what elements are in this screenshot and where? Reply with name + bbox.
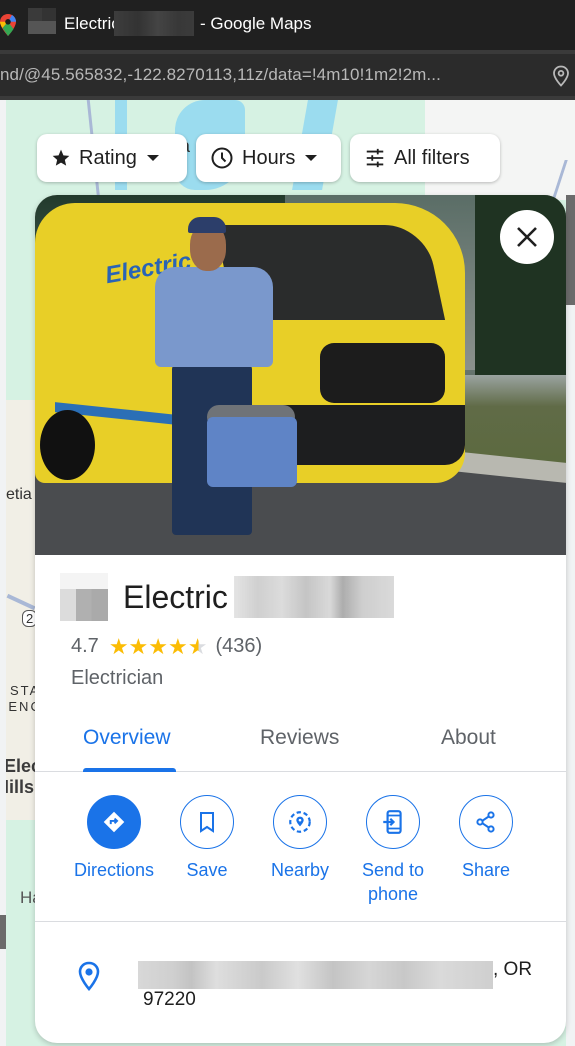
star-full-icon: ★	[148, 633, 169, 659]
send-to-phone-label: Send to phone	[361, 860, 425, 904]
map-edge	[0, 100, 6, 1046]
caret-down-icon	[146, 155, 159, 161]
side-panel-edge	[566, 195, 575, 1046]
sliders-icon	[366, 148, 384, 168]
all-filters-label: All filters	[394, 146, 470, 169]
directions-button[interactable]: Directions	[64, 795, 164, 882]
star-half-icon: ★	[187, 633, 208, 659]
rating-filter-chip[interactable]: Rating	[37, 134, 187, 182]
photo-van-wheel	[40, 410, 95, 480]
address-state: , OR	[493, 959, 533, 980]
address-bar[interactable]: nd/@45.565832,-122.8270113,11z/data=!4m1…	[0, 50, 575, 100]
nearby-label: Nearby	[270, 860, 330, 880]
browser-titlebar: Electric - Google Maps	[0, 0, 575, 50]
nearby-icon	[289, 811, 311, 833]
window-title-word: Electric	[64, 14, 120, 33]
scrollbar[interactable]	[0, 915, 6, 949]
scrollbar-thumb[interactable]	[566, 195, 575, 305]
save-button[interactable]: Save	[157, 795, 257, 882]
redacted-name-suffix	[233, 576, 394, 618]
photo-bag	[207, 417, 297, 487]
google-maps-favicon-icon	[0, 14, 16, 36]
action-buttons: Directions Save Nearby Send to phone Sha…	[35, 795, 566, 922]
rating-summary: 4.7 ★ ★ ★ ★ ★ (436)	[71, 635, 262, 658]
close-button[interactable]	[500, 210, 554, 264]
share-icon	[476, 811, 495, 833]
photo-van-grille	[320, 343, 445, 403]
active-tab-indicator	[83, 768, 176, 772]
place-category[interactable]: Electrician	[71, 667, 163, 690]
review-count[interactable]: (436)	[215, 635, 262, 658]
clock-icon	[211, 147, 233, 169]
star-full-icon: ★	[108, 633, 129, 659]
share-circle[interactable]	[459, 795, 513, 849]
send-to-phone-icon	[383, 810, 402, 834]
photo-person	[155, 267, 273, 367]
directions-icon	[103, 811, 125, 833]
star-full-icon: ★	[128, 633, 149, 659]
url-text[interactable]: nd/@45.565832,-122.8270113,11z/data=!4m1…	[0, 65, 441, 85]
share-button[interactable]: Share	[436, 795, 536, 882]
place-title: Electric	[60, 573, 394, 621]
nearby-button[interactable]: Nearby	[250, 795, 350, 882]
place-tabs: Overview Reviews About	[35, 710, 566, 772]
address-zip: 97220	[143, 989, 196, 1010]
hours-filter-label: Hours	[242, 146, 296, 169]
place-hero-photo[interactable]: Electric	[35, 195, 566, 555]
place-name: Electric	[123, 578, 228, 615]
send-to-phone-circle[interactable]	[366, 795, 420, 849]
tab-overview[interactable]: Overview	[83, 726, 171, 750]
save-label: Save	[186, 860, 228, 880]
share-label: Share	[461, 860, 511, 880]
rating-filter-label: Rating	[79, 146, 137, 169]
all-filters-chip[interactable]: All filters	[350, 134, 500, 182]
location-pin-icon	[78, 961, 100, 991]
nearby-circle[interactable]	[273, 795, 327, 849]
bookmark-icon	[200, 812, 214, 833]
save-circle[interactable]	[180, 795, 234, 849]
redacted-title-prefix	[28, 8, 56, 34]
window-title-suffix: - Google Maps	[200, 14, 312, 33]
rating-value: 4.7	[71, 635, 99, 657]
redacted-street-address	[138, 961, 493, 989]
close-icon	[517, 227, 537, 247]
caret-down-icon	[305, 155, 318, 161]
location-pin-icon[interactable]	[552, 65, 570, 87]
directions-circle[interactable]	[87, 795, 141, 849]
tab-reviews[interactable]: Reviews	[260, 726, 339, 750]
photo-person	[188, 217, 226, 233]
redacted-name-prefix	[60, 573, 108, 621]
directions-label: Directions	[73, 860, 155, 880]
star-icon	[52, 149, 70, 166]
star-rating: ★ ★ ★ ★ ★	[108, 633, 208, 659]
hours-filter-chip[interactable]: Hours	[196, 134, 341, 182]
send-to-phone-button[interactable]: Send to phone	[343, 795, 443, 906]
place-card: Electric Electric 4.7 ★ ★ ★ ★ ★ (436) Electr…	[35, 195, 566, 1043]
tab-about[interactable]: About	[441, 726, 496, 750]
star-full-icon: ★	[168, 633, 188, 659]
redacted-title-suffix	[114, 11, 194, 36]
